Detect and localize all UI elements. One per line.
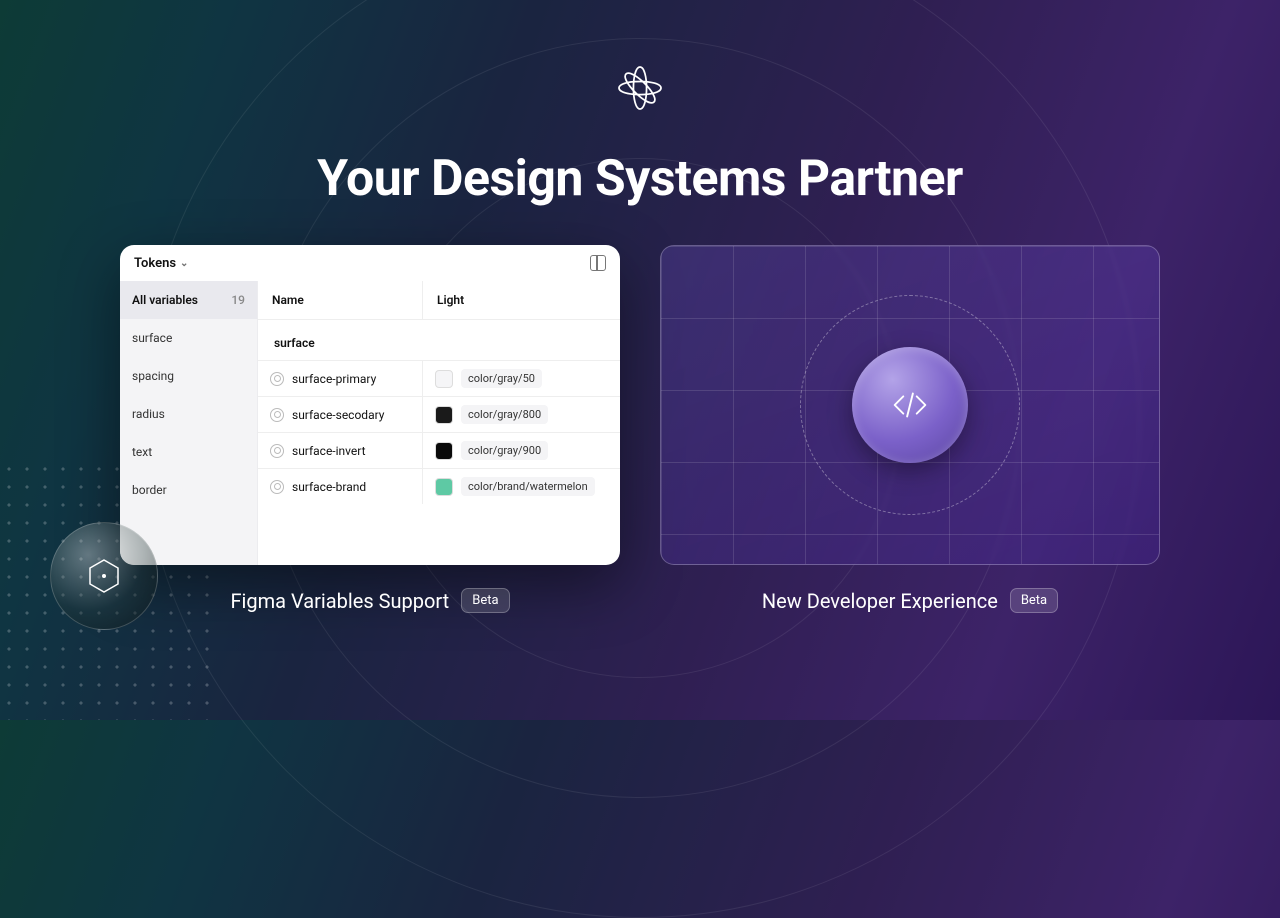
panel-layout-icon[interactable] <box>590 255 606 271</box>
caption-dev-experience: New Developer Experience Beta <box>660 588 1160 613</box>
hexagon-orb-icon <box>50 522 158 630</box>
caption-figma-variables: Figma Variables Support Beta <box>120 588 620 613</box>
variable-name: surface-invert <box>292 444 366 458</box>
section-label: surface <box>258 320 620 360</box>
variable-type-icon <box>270 480 284 494</box>
tokens-panel: Tokens ⌄ All variables 19 surfacespacing… <box>120 245 620 565</box>
variable-type-icon <box>270 372 284 386</box>
chevron-down-icon: ⌄ <box>180 258 188 269</box>
sidebar-category[interactable]: text <box>120 433 257 471</box>
table-row[interactable]: surface-primary color/gray/50 <box>258 360 620 396</box>
table-row[interactable]: surface-secodary color/gray/800 <box>258 396 620 432</box>
caption-right-text: New Developer Experience <box>762 589 998 613</box>
color-alias: color/gray/50 <box>461 369 542 388</box>
color-alias: color/gray/900 <box>461 441 548 460</box>
developer-card <box>660 245 1160 565</box>
variable-name: surface-primary <box>292 372 376 386</box>
beta-badge: Beta <box>1010 588 1058 613</box>
sidebar-category[interactable]: radius <box>120 395 257 433</box>
variable-name: surface-brand <box>292 480 366 494</box>
tokens-sidebar: All variables 19 surfacespacingradiustex… <box>120 281 258 565</box>
variable-type-icon <box>270 408 284 422</box>
brand-knot-icon <box>612 60 668 120</box>
color-alias: color/brand/watermelon <box>461 477 595 496</box>
sidebar-category[interactable]: surface <box>120 319 257 357</box>
sidebar-category[interactable]: border <box>120 471 257 509</box>
color-swatch <box>435 370 453 388</box>
caption-left-text: Figma Variables Support <box>230 589 449 613</box>
column-header-light: Light <box>423 281 620 319</box>
code-icon <box>887 382 933 428</box>
variable-name: surface-secodary <box>292 408 384 422</box>
color-swatch <box>435 478 453 496</box>
sidebar-all-variables[interactable]: All variables 19 <box>120 281 257 319</box>
all-variables-count: 19 <box>231 293 245 307</box>
color-swatch <box>435 442 453 460</box>
code-sphere <box>852 347 968 463</box>
column-header-name: Name <box>258 281 423 319</box>
variable-type-icon <box>270 444 284 458</box>
sidebar-category[interactable]: spacing <box>120 357 257 395</box>
tokens-dropdown[interactable]: Tokens <box>134 256 176 271</box>
all-variables-label: All variables <box>132 293 198 307</box>
color-alias: color/gray/800 <box>461 405 548 424</box>
table-row[interactable]: surface-invert color/gray/900 <box>258 432 620 468</box>
beta-badge: Beta <box>461 588 509 613</box>
headline: Your Design Systems Partner <box>317 150 963 208</box>
table-row[interactable]: surface-brand color/brand/watermelon <box>258 468 620 504</box>
color-swatch <box>435 406 453 424</box>
